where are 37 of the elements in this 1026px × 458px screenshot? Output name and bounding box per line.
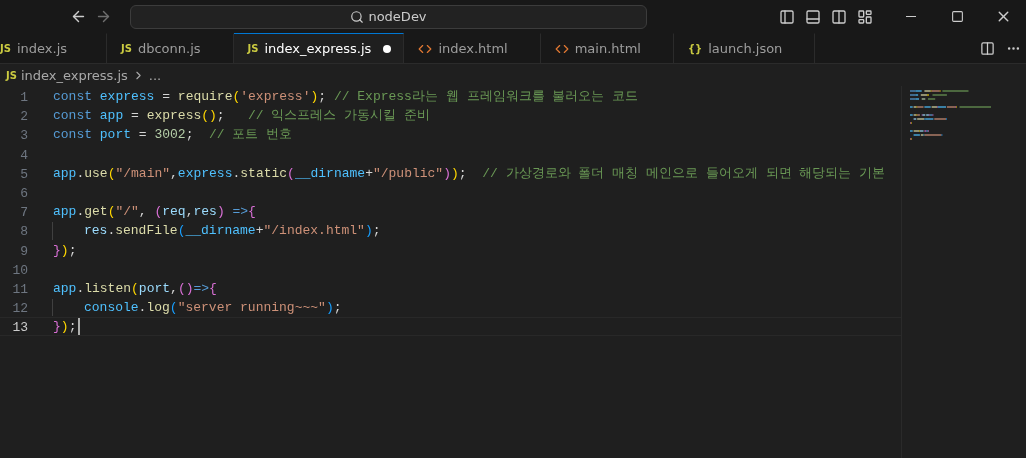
line-number: 3 [19,127,28,144]
line-number: 7 [19,204,28,221]
line-number: 8 [19,223,28,240]
line-number: 10 [11,261,28,278]
code-line: }); [52,318,81,336]
code-line: console.log("server running~~~"); [52,299,342,317]
code-line: app.listen(port,()=>{ [52,279,217,298]
code-line: }); [52,241,77,259]
editor-tab[interactable]: JS index.js [0,33,107,63]
code-line: const app = express(); // 익스프레스 가동시킬 준비 [52,107,431,125]
search-icon [350,9,365,24]
js-file-icon: JS [121,43,132,54]
js-file-icon: JS [247,43,259,54]
line-number: 5 [19,165,28,182]
code-line: app.get("/", (req,res) =>{ [52,203,256,221]
line-number: 4 [19,146,28,163]
breadcrumb-file[interactable]: index_express.js [20,67,128,83]
line-number: 1 [19,89,28,106]
line-number: 9 [19,242,28,259]
command-search[interactable]: nodeDev [130,4,647,29]
line-number: 12 [11,300,28,317]
editor-tab[interactable]: JS index_express.js [233,33,405,63]
json-file-icon: {} [687,43,703,54]
code-line: res.sendFile(__dirname+"/index.html"); [52,222,381,240]
js-file-icon: JS [0,43,11,54]
code-line: const port = 3002; // 포트 번호 [52,126,293,144]
js-file-icon: JS [6,69,17,81]
line-number: 2 [19,108,28,125]
code-line: app.use("/main",express.static(__dirname+"/public")); // 가상경로와 폴더 매칭 메인으로 들어오게 되면 해당되는 기본 [52,164,886,182]
minimize-icon [906,16,916,17]
maximize-icon [950,10,964,23]
code-line: const express = require('express'); // Express라는 웹 프레임워크를 불러오는 코드 [52,88,639,106]
line-number: 6 [19,184,28,202]
text-cursor [78,318,81,336]
breadcrumb-more[interactable]: ... [148,67,162,83]
line-number: 13 [11,319,28,336]
line-number: 11 [11,280,28,298]
